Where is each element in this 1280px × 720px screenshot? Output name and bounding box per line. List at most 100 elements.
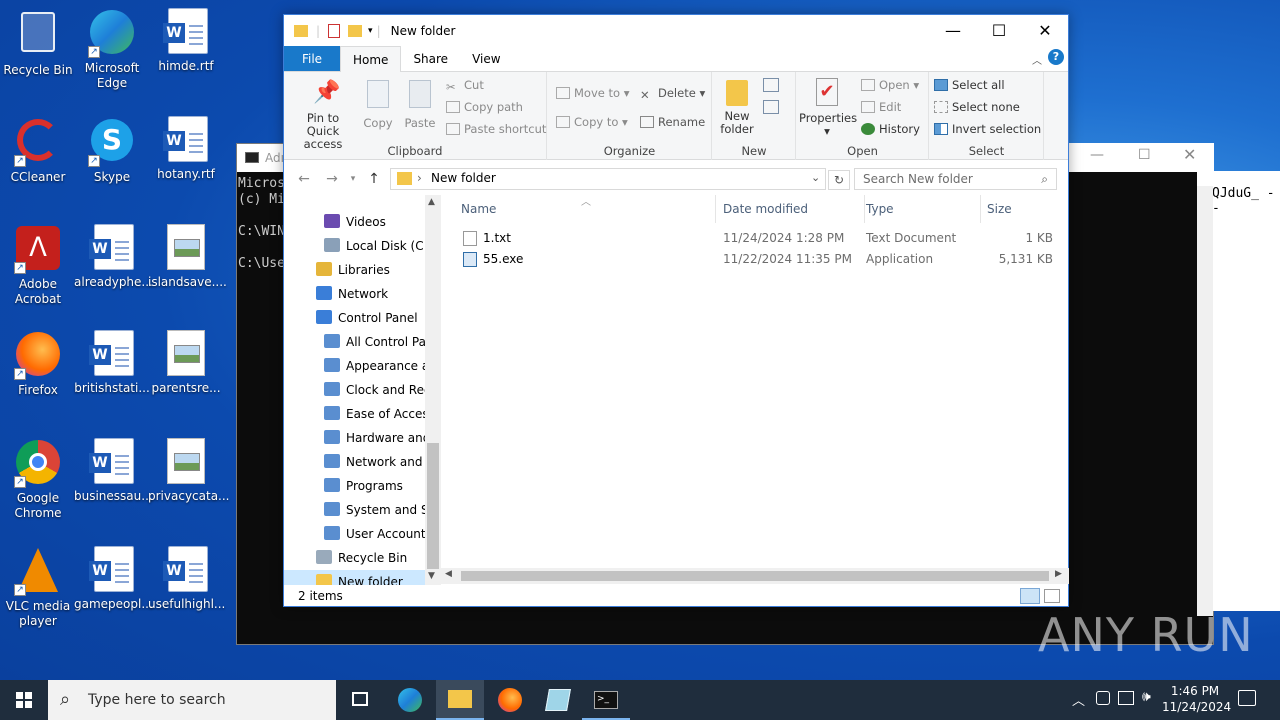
- scroll-left-icon[interactable]: ◀: [445, 569, 452, 579]
- cut-button[interactable]: ✂ Cut: [446, 78, 484, 94]
- history-button[interactable]: History: [861, 122, 920, 136]
- minimize-icon[interactable]: —: [1090, 147, 1104, 163]
- nav-item[interactable]: Network and Ir: [284, 450, 435, 474]
- desktop-icon-skype[interactable]: S ↗ Skype: [74, 116, 150, 185]
- notifications-icon[interactable]: [1238, 690, 1256, 706]
- taskbar-edge[interactable]: [386, 680, 434, 720]
- collapse-ribbon-icon[interactable]: ︿: [1032, 52, 1042, 67]
- desktop-icon-word[interactable]: Whimde.rtf: [148, 8, 224, 74]
- tab-share[interactable]: Share: [401, 46, 460, 71]
- help-icon[interactable]: ?: [1048, 49, 1064, 65]
- nav-item[interactable]: Recycle Bin: [284, 546, 425, 570]
- file-explorer-window[interactable]: | ▾ | New folder — ☐ ✕ File Home Share V…: [283, 14, 1069, 607]
- scroll-down-icon[interactable]: ▼: [428, 571, 435, 581]
- back-button[interactable]: ←: [290, 171, 318, 187]
- close-icon[interactable]: ✕: [1183, 145, 1196, 164]
- close-button[interactable]: ✕: [1022, 15, 1068, 46]
- desktop-icon-ccleaner[interactable]: ↗ CCleaner: [0, 116, 76, 185]
- nav-item[interactable]: System and Sec: [284, 498, 441, 522]
- explorer-titlebar[interactable]: | ▾ | New folder — ☐ ✕: [284, 15, 1068, 46]
- clock[interactable]: 1:46 PM 11/24/2024: [1162, 683, 1231, 715]
- nav-item[interactable]: Local Disk (C:): [284, 234, 432, 258]
- nav-item[interactable]: Ease of Access: [284, 402, 435, 426]
- column-header-name[interactable]: Name: [461, 195, 716, 223]
- search-input[interactable]: Search New folder ⌕: [854, 168, 1057, 190]
- properties-button[interactable]: ✔ Properties ▾: [799, 78, 857, 138]
- easy-access-icon[interactable]: [763, 100, 779, 114]
- maximize-button[interactable]: ☐: [976, 15, 1022, 46]
- nav-item[interactable]: New folder: [284, 570, 425, 585]
- desktop-icon-word[interactable]: Wusefulhighl...: [148, 546, 225, 612]
- nav-item[interactable]: Videos: [284, 210, 425, 234]
- details-view-icon[interactable]: [1020, 588, 1040, 604]
- taskbar-notepad[interactable]: [534, 680, 582, 720]
- show-hidden-icons-icon[interactable]: ︿: [1072, 690, 1085, 709]
- nav-item[interactable]: Clock and Regi: [284, 378, 435, 402]
- new-folder-quick-icon[interactable]: [348, 24, 363, 37]
- nav-item[interactable]: Hardware and: [284, 426, 430, 450]
- desktop-icon-word[interactable]: Wbusinessau...: [74, 438, 153, 504]
- file-row[interactable]: 55.exe 11/22/2024 11:35 PM Application 5,13…: [441, 249, 1068, 270]
- column-header-size[interactable]: Size: [987, 195, 1057, 223]
- column-header-type[interactable]: Type: [866, 195, 981, 223]
- taskbar-cmd[interactable]: >_: [582, 680, 630, 720]
- desktop-icon-word[interactable]: Whotany.rtf: [148, 116, 224, 182]
- network-icon[interactable]: [1118, 691, 1134, 705]
- rename-button[interactable]: Rename: [640, 115, 705, 129]
- select-none-button[interactable]: Select none: [934, 100, 1020, 114]
- taskbar-file-explorer[interactable]: [436, 680, 484, 720]
- customize-quick-access-icon[interactable]: ▾: [368, 26, 373, 36]
- desktop-icon-image[interactable]: parentsre...: [148, 330, 224, 396]
- invert-selection-button[interactable]: Invert selection: [934, 122, 1041, 136]
- nav-item[interactable]: Control Panel: [284, 306, 425, 330]
- meet-now-icon[interactable]: [1096, 691, 1110, 705]
- cmd-scrollbar[interactable]: [1197, 186, 1213, 616]
- breadcrumb[interactable]: New folder: [431, 171, 496, 185]
- horizontal-scrollbar[interactable]: ◀ ▶: [441, 568, 1069, 584]
- minimize-button[interactable]: —: [930, 15, 976, 46]
- desktop-icon-image[interactable]: privacycata...: [148, 438, 230, 504]
- file-row[interactable]: 1.txt 11/24/2024 1:28 PM Text Document 1 KB: [441, 228, 1068, 249]
- tab-view[interactable]: View: [460, 46, 512, 71]
- recent-locations-icon[interactable]: ▾: [346, 174, 360, 184]
- pin-quick-access-button[interactable]: 📌 Pin to Quick access: [290, 80, 356, 151]
- paste-button[interactable]: Paste: [400, 80, 440, 130]
- scroll-right-icon[interactable]: ▶: [1055, 569, 1062, 579]
- horizontal-scroll-thumb[interactable]: [461, 571, 1049, 581]
- edit-button[interactable]: Edit: [861, 100, 901, 114]
- paste-shortcut-button[interactable]: Paste shortcut: [446, 122, 546, 136]
- nav-item[interactable]: Programs: [284, 474, 425, 498]
- scroll-up-icon[interactable]: ▲: [428, 197, 435, 207]
- desktop-icon-acrobat[interactable]: ᐱ ↗ Adobe Acrobat: [0, 224, 76, 307]
- nav-item[interactable]: User Accounts: [284, 522, 432, 546]
- tab-home[interactable]: Home: [340, 46, 402, 73]
- desktop-icon-word[interactable]: Wbritishstati...: [74, 330, 150, 396]
- forward-button[interactable]: →: [318, 171, 346, 187]
- desktop-icon-firefox[interactable]: ↗ Firefox: [0, 330, 76, 398]
- desktop-icon-image[interactable]: islandsave....: [148, 224, 227, 290]
- large-icons-view-icon[interactable]: [1044, 589, 1060, 603]
- nav-item[interactable]: Network: [284, 282, 425, 306]
- maximize-icon[interactable]: ☐: [1138, 147, 1151, 163]
- address-dropdown-icon[interactable]: ⌄: [811, 171, 820, 184]
- nav-scroll-thumb[interactable]: [427, 443, 439, 569]
- volume-icon[interactable]: 🕪: [1142, 689, 1151, 705]
- delete-button[interactable]: ✕ Delete ▾: [640, 86, 705, 102]
- taskbar-search-box[interactable]: ⌕ Type here to search: [48, 680, 336, 720]
- refresh-button[interactable]: ↻: [828, 170, 850, 190]
- open-button[interactable]: Open ▾: [861, 78, 919, 92]
- up-button[interactable]: ↑: [360, 171, 388, 187]
- task-view-button[interactable]: [336, 680, 384, 720]
- desktop-icon-chrome[interactable]: ↗ Google Chrome: [0, 438, 76, 521]
- desktop-icon-word[interactable]: Walreadyphe...: [74, 224, 153, 290]
- start-button[interactable]: [0, 680, 48, 720]
- properties-quick-icon[interactable]: [328, 23, 341, 38]
- desktop-icon-word[interactable]: Wgamepeopl...: [74, 546, 153, 612]
- column-header-date[interactable]: Date modified: [723, 195, 865, 223]
- taskbar-firefox[interactable]: [486, 680, 534, 720]
- copy-to-button[interactable]: Copy to ▾: [556, 115, 628, 129]
- nav-item[interactable]: Appearance an: [284, 354, 437, 378]
- copy-button[interactable]: Copy: [358, 80, 398, 130]
- copy-path-button[interactable]: Copy path: [446, 100, 523, 114]
- nav-item[interactable]: Libraries: [284, 258, 425, 282]
